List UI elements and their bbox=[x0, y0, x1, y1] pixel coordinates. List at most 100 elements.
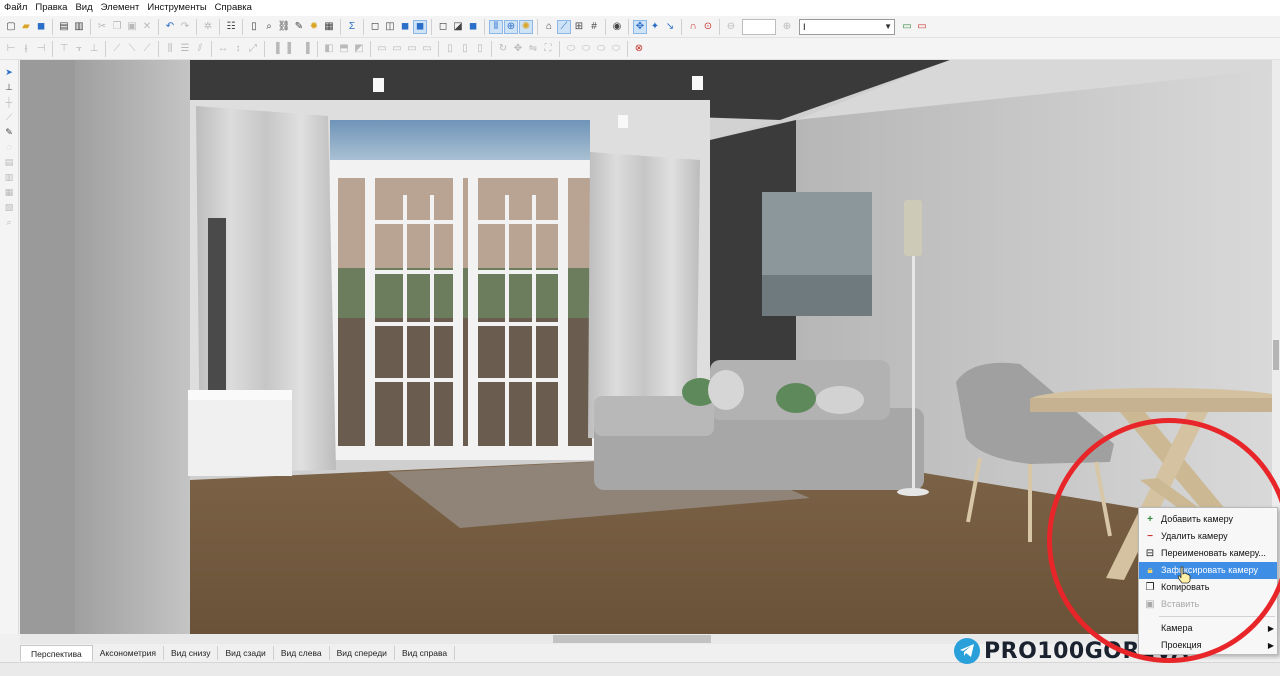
arrow-icon[interactable]: ↘ bbox=[663, 20, 677, 34]
stack-3-icon[interactable]: ▭ bbox=[405, 42, 419, 56]
3d-viewport[interactable] bbox=[20, 60, 1272, 634]
undo-icon[interactable]: ↶ bbox=[163, 20, 177, 34]
ellipse-1-icon[interactable]: ⬭ bbox=[564, 42, 578, 56]
redo-icon[interactable]: ↷ bbox=[178, 20, 192, 34]
cube-solid-icon[interactable]: ◼ bbox=[398, 20, 412, 34]
tab-right-view[interactable]: Вид справа bbox=[395, 646, 456, 660]
lightbulb-icon[interactable]: ✺ bbox=[519, 19, 533, 34]
mirror-v-icon[interactable]: ⬒ bbox=[337, 42, 351, 56]
size-depth-icon[interactable]: ⤢ bbox=[246, 42, 260, 56]
eye-icon[interactable]: ◉ bbox=[610, 20, 624, 34]
print-preview-icon[interactable]: ▥ bbox=[72, 20, 86, 34]
properties-icon[interactable]: ☷ bbox=[224, 20, 238, 34]
ellipse-4-icon[interactable]: ⬭ bbox=[609, 42, 623, 56]
chat-icon[interactable]: ▭ bbox=[900, 20, 914, 34]
size-width-icon[interactable]: ↔ bbox=[216, 42, 230, 56]
align-icon[interactable]: ✦ bbox=[648, 20, 662, 34]
group-center-icon[interactable]: ▌ bbox=[284, 42, 298, 56]
tab-front-view[interactable]: Вид спереди bbox=[330, 646, 395, 660]
link-icon[interactable]: ⛓ bbox=[277, 20, 291, 34]
tab-left-view[interactable]: Вид слева bbox=[274, 646, 330, 660]
edit-icon[interactable]: ✎ bbox=[292, 20, 306, 34]
zoom-input[interactable] bbox=[742, 18, 776, 35]
cube-texture-icon[interactable]: ◼ bbox=[413, 19, 427, 34]
align-top-icon[interactable]: ⊤ bbox=[57, 42, 71, 56]
stack-1-icon[interactable]: ▭ bbox=[375, 42, 389, 56]
copy-icon[interactable]: ❐ bbox=[110, 20, 124, 34]
menu-file[interactable]: Файл bbox=[0, 0, 31, 16]
cube-front-icon[interactable]: ◻ bbox=[368, 20, 382, 34]
measure-line-icon[interactable]: ⟋ bbox=[3, 111, 15, 123]
group-left-icon[interactable]: ▐ bbox=[269, 42, 283, 56]
paste-icon[interactable]: ▣ bbox=[125, 20, 139, 34]
measure-icon[interactable]: ⟋ bbox=[557, 19, 571, 34]
record-icon[interactable]: ⊙ bbox=[701, 20, 715, 34]
zoom-icon[interactable]: ⌕ bbox=[3, 216, 15, 228]
save-icon[interactable]: ◼ bbox=[34, 20, 48, 34]
align-diag-3-icon[interactable]: ⟋ bbox=[140, 42, 154, 56]
tag-icon[interactable]: ⌂ bbox=[542, 20, 556, 34]
layer-dropdown[interactable]: I ▼ bbox=[799, 18, 895, 35]
fit-icon[interactable]: ⛶ bbox=[541, 42, 555, 56]
box-wire-icon[interactable]: ◻ bbox=[436, 20, 450, 34]
stack-4-icon[interactable]: ▭ bbox=[420, 42, 434, 56]
paint-icon[interactable]: ◌ bbox=[3, 141, 15, 153]
new-file-icon[interactable]: ▢ bbox=[4, 20, 18, 34]
panel-2-icon[interactable]: ▯ bbox=[458, 42, 472, 56]
align-bottom-icon[interactable]: ⊥ bbox=[87, 42, 101, 56]
target-icon[interactable]: ⊗ bbox=[632, 42, 646, 56]
document-icon[interactable]: ▯ bbox=[247, 20, 261, 34]
dimension-icon[interactable]: ⊥ bbox=[3, 81, 15, 93]
mirror-d-icon[interactable]: ◩ bbox=[352, 42, 366, 56]
print-icon[interactable]: ▤ bbox=[57, 20, 71, 34]
align-diag-1-icon[interactable]: ⟋ bbox=[110, 42, 124, 56]
box-shade-icon[interactable]: ◪ bbox=[451, 20, 465, 34]
comment-icon[interactable]: ▭ bbox=[915, 20, 929, 34]
panel-3-icon[interactable]: ▯ bbox=[473, 42, 487, 56]
select-arrow-icon[interactable]: ➤ bbox=[3, 66, 15, 78]
magnet-icon[interactable]: ∩ bbox=[686, 20, 700, 34]
grid-small-icon[interactable]: ⊞ bbox=[572, 20, 586, 34]
menu-element[interactable]: Элемент bbox=[97, 0, 144, 16]
panel-1-icon[interactable]: ▯ bbox=[443, 42, 457, 56]
grid-icon[interactable]: # bbox=[587, 20, 601, 34]
menu-item-paste[interactable]: ▣ Вставить bbox=[1139, 596, 1277, 613]
panel-join-icon[interactable]: ▧ bbox=[3, 201, 15, 213]
distribute-d-icon[interactable]: ⫽ bbox=[193, 42, 207, 56]
flip-icon[interactable]: ⇋ bbox=[526, 42, 540, 56]
align-right-icon[interactable]: ⊣ bbox=[34, 42, 48, 56]
box-render-icon[interactable]: ◼ bbox=[466, 20, 480, 34]
cut-icon[interactable]: ✂ bbox=[95, 20, 109, 34]
menu-tools[interactable]: Инструменты bbox=[143, 0, 210, 16]
vertical-scroll-thumb[interactable] bbox=[1273, 340, 1279, 370]
menu-item-rename-camera[interactable]: ⊟ Переименовать камеру... bbox=[1139, 545, 1277, 562]
search-icon[interactable]: ⌕ bbox=[262, 20, 276, 34]
align-diag-2-icon[interactable]: ⟍ bbox=[125, 42, 139, 56]
menu-item-camera-submenu[interactable]: Камера ▶ bbox=[1139, 620, 1277, 637]
snap-icon[interactable]: ⊕ bbox=[504, 19, 518, 34]
align-center-h-icon[interactable]: ⫲ bbox=[19, 42, 33, 56]
line-icon[interactable]: ┼ bbox=[3, 96, 15, 108]
stack-2-icon[interactable]: ▭ bbox=[390, 42, 404, 56]
align-left-icon[interactable]: ⊢ bbox=[4, 42, 18, 56]
panel-add-icon[interactable]: ▤ bbox=[3, 156, 15, 168]
menu-view[interactable]: Вид bbox=[71, 0, 96, 16]
tab-perspective[interactable]: Перспектива bbox=[20, 645, 93, 661]
panel-cut-icon[interactable]: ▦ bbox=[3, 186, 15, 198]
cube-side-icon[interactable]: ◫ bbox=[383, 20, 397, 34]
distribute-v-icon[interactable]: ☰ bbox=[178, 42, 192, 56]
open-folder-icon[interactable]: ▰ bbox=[19, 20, 33, 34]
report-icon[interactable]: ▦ bbox=[322, 20, 336, 34]
mirror-h-icon[interactable]: ◧ bbox=[322, 42, 336, 56]
columns-icon[interactable]: ⫴ bbox=[489, 19, 503, 34]
rotate-icon[interactable]: ↻ bbox=[496, 42, 510, 56]
tab-back-view[interactable]: Вид сзади bbox=[218, 646, 274, 660]
zoom-out-icon[interactable]: ⊖ bbox=[724, 20, 738, 34]
move-icon[interactable]: ✥ bbox=[633, 19, 647, 34]
settings-icon[interactable]: ✲ bbox=[201, 20, 215, 34]
light-icon[interactable]: ✹ bbox=[307, 20, 321, 34]
menu-item-delete-camera[interactable]: − Удалить камеру bbox=[1139, 528, 1277, 545]
size-height-icon[interactable]: ↕ bbox=[231, 42, 245, 56]
delete-icon[interactable]: ✕ bbox=[140, 20, 154, 34]
menu-item-add-camera[interactable]: + Добавить камеру bbox=[1139, 511, 1277, 528]
